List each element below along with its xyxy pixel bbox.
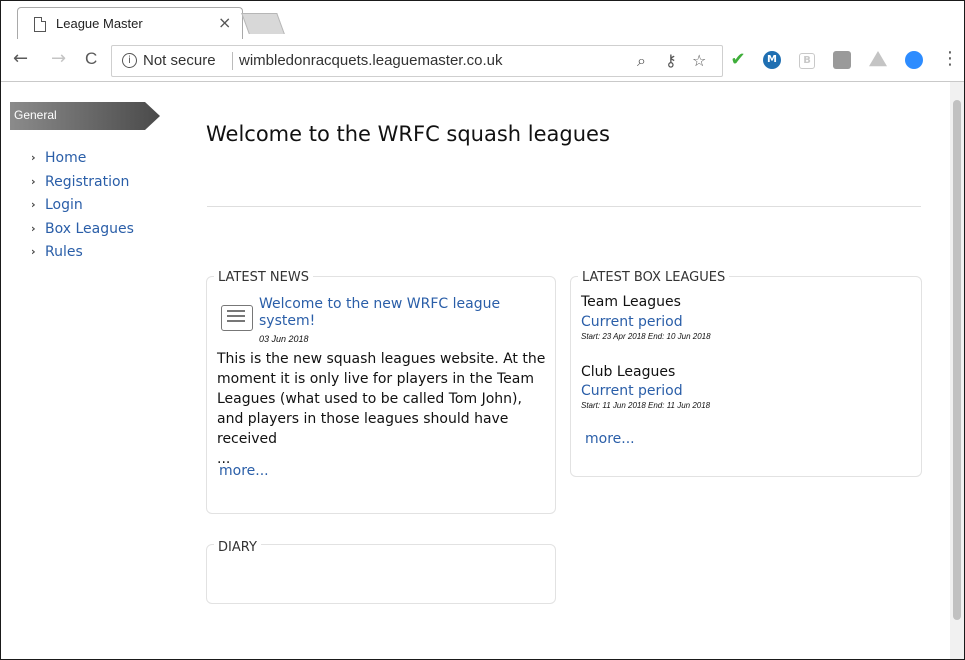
league-period-link[interactable]: Current period xyxy=(581,314,683,330)
league-period-link[interactable]: Current period xyxy=(581,383,683,399)
address-bar[interactable]: i Not secure wimbledonracquets.leaguemas… xyxy=(111,45,723,77)
newspaper-icon xyxy=(221,305,253,331)
league-name: Team Leagues xyxy=(581,294,681,310)
check-extension-icon[interactable]: ✔ xyxy=(729,51,747,69)
chevron-right-icon: › xyxy=(31,174,36,188)
back-icon[interactable]: ← xyxy=(13,49,28,69)
panel-heading: LATEST NEWS xyxy=(214,270,313,285)
scrollbar-thumb[interactable] xyxy=(953,100,961,620)
tab-title: League Master xyxy=(56,16,143,31)
sidebar-item-label[interactable]: Home xyxy=(45,150,86,166)
reload-icon[interactable]: C xyxy=(85,49,97,69)
m-extension-icon[interactable]: M xyxy=(763,51,781,69)
zoom-icon[interactable]: ⌕ xyxy=(637,51,646,71)
document-icon xyxy=(34,17,46,32)
chevron-right-icon: › xyxy=(31,151,36,164)
league-dates: Start: 11 Jun 2018 End: 11 Jun 2018 xyxy=(581,401,711,410)
zoom-extension-icon[interactable] xyxy=(905,51,923,69)
news-headline-link[interactable]: Welcome to the new WRFC league system! xyxy=(259,296,539,330)
square-extension-icon[interactable] xyxy=(833,51,851,69)
chevron-right-icon: › xyxy=(31,221,36,235)
diary-panel: DIARY xyxy=(206,540,556,604)
star-icon[interactable]: ☆ xyxy=(692,51,706,70)
url-text[interactable]: wimbledonracquets.leaguemaster.co.uk xyxy=(239,52,502,69)
scrollbar[interactable] xyxy=(950,82,964,659)
sidebar-item-label[interactable]: Login xyxy=(45,197,83,213)
new-tab-button[interactable] xyxy=(241,13,285,34)
page-content: General › Home › Registration › Login › … xyxy=(1,82,964,659)
sidebar-item-label[interactable]: Rules xyxy=(45,244,83,260)
omnibox-divider xyxy=(232,52,233,70)
divider xyxy=(207,206,921,207)
latest-news-panel: LATEST NEWS Welcome to the new WRFC leag… xyxy=(206,270,556,514)
news-more-link[interactable]: more... xyxy=(219,463,269,479)
sidebar-header-label: General xyxy=(14,108,57,122)
chevron-right-icon: › xyxy=(31,198,36,211)
key-icon[interactable]: ⚷ xyxy=(665,51,677,70)
browser-window: League Master × ← → C i Not secure wimbl… xyxy=(0,0,965,660)
page-title: Welcome to the WRFC squash leagues xyxy=(206,122,610,146)
panel-heading: DIARY xyxy=(214,540,261,555)
browser-toolbar: ← → C i Not secure wimbledonracquets.lea… xyxy=(1,39,964,82)
tab-strip: League Master × xyxy=(1,1,964,40)
news-body-text: This is the new squash leagues website. … xyxy=(217,351,546,447)
drive-extension-icon[interactable] xyxy=(869,51,887,67)
sidebar-item-label[interactable]: Box Leagues xyxy=(45,221,134,237)
info-icon[interactable]: i xyxy=(122,53,137,68)
box-leagues-more-link[interactable]: more... xyxy=(585,431,635,447)
chevron-right-icon: › xyxy=(31,245,36,258)
league-name: Club Leagues xyxy=(581,364,676,380)
sidebar-header: General xyxy=(10,102,160,130)
close-icon[interactable]: × xyxy=(218,13,231,32)
panel-heading: LATEST BOX LEAGUES xyxy=(578,270,730,285)
news-date: 03 Jun 2018 xyxy=(259,334,309,344)
forward-icon[interactable]: → xyxy=(51,49,66,69)
security-label[interactable]: Not secure xyxy=(143,52,216,69)
latest-box-leagues-panel: LATEST BOX LEAGUES Team Leagues Current … xyxy=(570,270,922,477)
news-body: This is the new squash leagues website. … xyxy=(217,349,547,469)
sidebar-item-label[interactable]: Registration xyxy=(45,174,129,190)
tab-league-master[interactable]: League Master × xyxy=(17,7,243,40)
b-extension-icon[interactable]: B xyxy=(799,53,815,69)
league-dates: Start: 23 Apr 2018 End: 10 Jun 2018 xyxy=(581,332,711,341)
menu-icon[interactable]: ⋮ xyxy=(941,49,959,69)
